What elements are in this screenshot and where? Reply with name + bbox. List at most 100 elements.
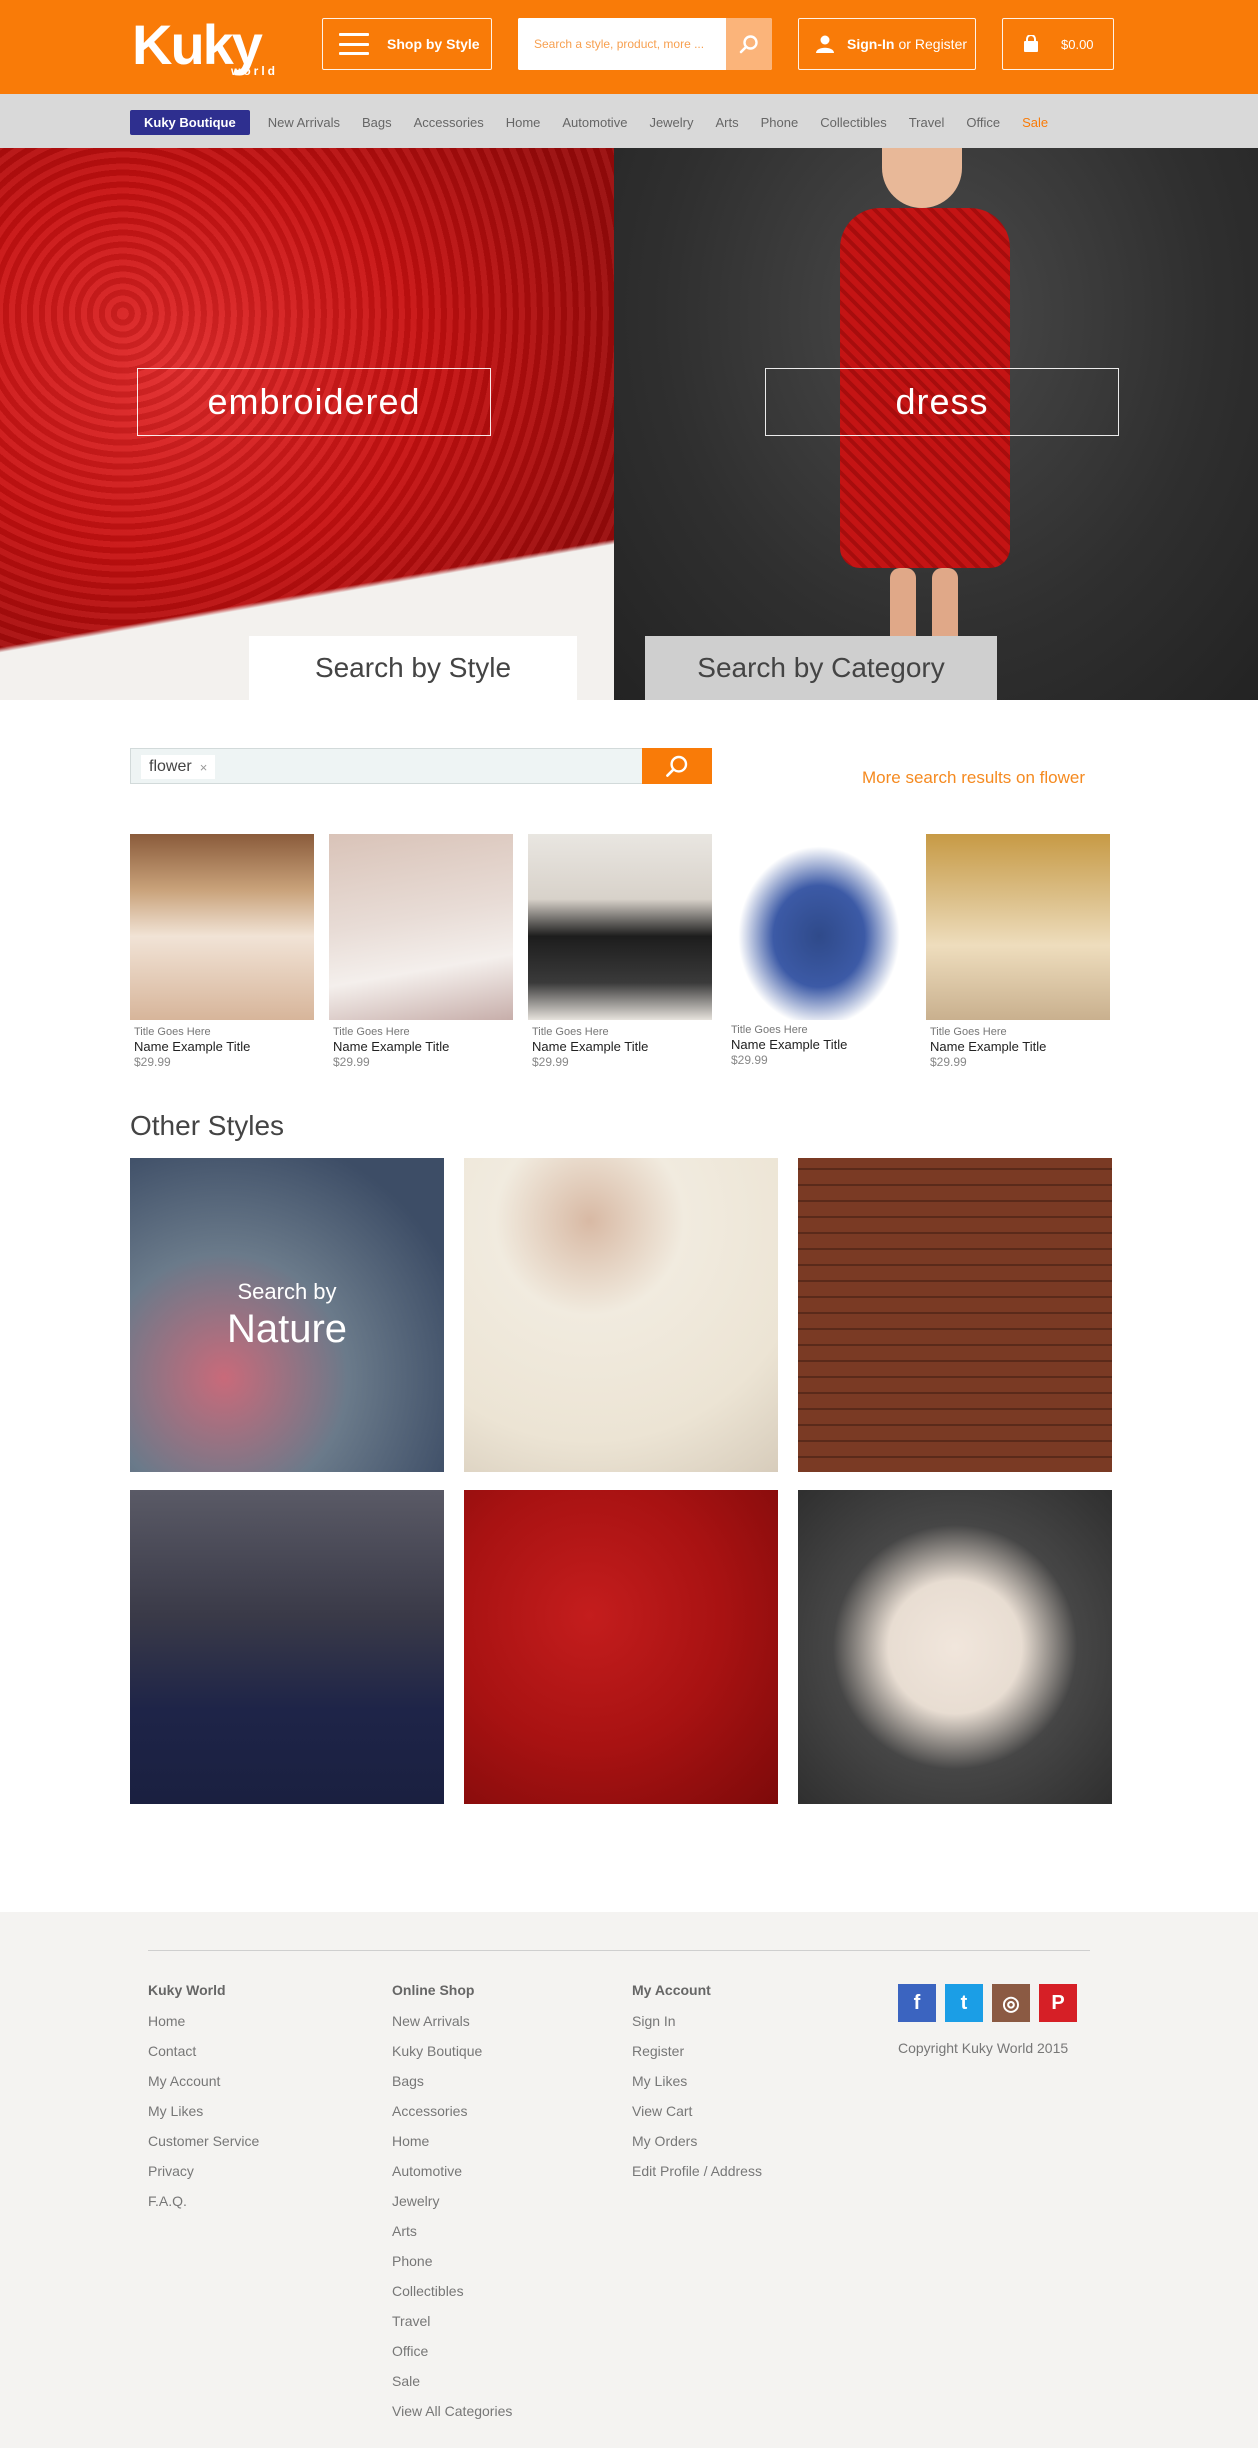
nav-item-jewelry[interactable]: Jewelry: [647, 115, 695, 130]
product-card[interactable]: Title Goes Here Name Example Title $29.9…: [528, 834, 712, 1069]
product-subtitle: Title Goes Here: [532, 1026, 609, 1038]
footer-link[interactable]: Travel: [392, 2306, 512, 2336]
footer-link[interactable]: Automotive: [392, 2156, 512, 2186]
footer-link[interactable]: Bags: [392, 2066, 512, 2096]
shop-by-style-button[interactable]: Shop by Style: [322, 18, 492, 70]
footer-link[interactable]: View Cart: [632, 2096, 762, 2126]
product-name[interactable]: Name Example Title: [926, 1039, 1110, 1054]
product-image[interactable]: [727, 834, 911, 1020]
footer-link[interactable]: My Likes: [148, 2096, 259, 2126]
footer-col-kuky-world: Kuky World Home Contact My Account My Li…: [148, 1982, 259, 2216]
cart-button[interactable]: $0.00: [1002, 18, 1114, 70]
footer-link[interactable]: My Likes: [632, 2066, 762, 2096]
footer-link[interactable]: Edit Profile / Address: [632, 2156, 762, 2186]
nav-item-sale[interactable]: Sale: [1020, 115, 1050, 130]
tab-search-by-category[interactable]: Search by Category: [645, 636, 997, 700]
product-subtitle: Title Goes Here: [930, 1026, 1007, 1038]
embroidered-label[interactable]: embroidered: [137, 368, 491, 436]
product-price: $29.99: [333, 1055, 370, 1069]
footer-link[interactable]: Kuky Boutique: [392, 2036, 512, 2066]
product-card[interactable]: Title Goes Here Name Example Title $29.9…: [926, 834, 1110, 1069]
instagram-icon[interactable]: ◎: [992, 1984, 1030, 2022]
more-results-link[interactable]: More search results on flower: [862, 768, 1085, 788]
nav-item-home[interactable]: Home: [504, 115, 543, 130]
search-input[interactable]: [518, 18, 726, 70]
footer-link[interactable]: Jewelry: [392, 2186, 512, 2216]
footer-link[interactable]: Office: [392, 2336, 512, 2366]
nav-item-office[interactable]: Office: [964, 115, 1002, 130]
register-label: Register: [914, 36, 968, 52]
nav-item-collectibles[interactable]: Collectibles: [818, 115, 888, 130]
footer-link[interactable]: Arts: [392, 2216, 512, 2246]
footer-link[interactable]: Home: [148, 2006, 259, 2036]
footer-link[interactable]: Sale: [392, 2366, 512, 2396]
product-name[interactable]: Name Example Title: [727, 1037, 911, 1052]
shopping-bag-icon: [1024, 35, 1038, 52]
product-results: Title Goes Here Name Example Title $29.9…: [130, 834, 1110, 1074]
product-card[interactable]: Title Goes Here Name Example Title $29.9…: [727, 834, 911, 1067]
facebook-icon[interactable]: f: [898, 1984, 936, 2022]
site-header: Kuky world Shop by Style Sign-In or Regi…: [0, 0, 1258, 94]
footer-col-my-account: My Account Sign In Register My Likes Vie…: [632, 1982, 762, 2186]
search-icon: [739, 35, 758, 54]
nav-item-travel[interactable]: Travel: [907, 115, 947, 130]
footer-link[interactable]: My Orders: [632, 2126, 762, 2156]
product-name[interactable]: Name Example Title: [528, 1039, 712, 1054]
nav-item-new-arrivals[interactable]: New Arrivals: [266, 115, 342, 130]
footer-link[interactable]: Register: [632, 2036, 762, 2066]
style-search-button[interactable]: [642, 748, 712, 784]
style-tile-floral-dress[interactable]: [798, 1158, 1112, 1472]
sign-in-label: Sign-In: [847, 36, 895, 52]
footer-link[interactable]: New Arrivals: [392, 2006, 512, 2036]
product-name[interactable]: Name Example Title: [130, 1039, 314, 1054]
cart-amount: $0.00: [1061, 36, 1094, 52]
tab-search-by-style[interactable]: Search by Style: [249, 636, 577, 700]
kuky-world-logo[interactable]: Kuky world: [132, 14, 296, 80]
footer-link[interactable]: My Account: [148, 2066, 259, 2096]
footer-link[interactable]: Contact: [148, 2036, 259, 2066]
style-tile-nature[interactable]: Search by Nature: [130, 1158, 444, 1472]
footer-link[interactable]: Home: [392, 2126, 512, 2156]
product-price: $29.99: [134, 1055, 171, 1069]
footer-heading: My Account: [632, 1982, 711, 1998]
nav-item-phone[interactable]: Phone: [759, 115, 801, 130]
footer-heading: Online Shop: [392, 1982, 475, 1998]
product-image[interactable]: [926, 834, 1110, 1020]
copyright-text: Copyright Kuky World 2015: [898, 2040, 1069, 2056]
product-image[interactable]: [130, 834, 314, 1020]
footer-link[interactable]: View All Categories: [392, 2396, 512, 2426]
product-image[interactable]: [329, 834, 513, 1020]
footer-link[interactable]: Collectibles: [392, 2276, 512, 2306]
sign-in-register-button[interactable]: Sign-In or Register: [798, 18, 976, 70]
style-tile-red-fabric[interactable]: [464, 1490, 778, 1804]
nav-item-arts[interactable]: Arts: [714, 115, 741, 130]
site-footer: Kuky World Home Contact My Account My Li…: [0, 1912, 1258, 2448]
footer-col-online-shop: Online Shop New Arrivals Kuky Boutique B…: [392, 1982, 512, 2426]
search-button[interactable]: [726, 18, 772, 70]
footer-link[interactable]: Customer Service: [148, 2126, 259, 2156]
hamburger-menu-icon: [339, 33, 369, 55]
footer-link[interactable]: Privacy: [148, 2156, 259, 2186]
nav-item-kuky-boutique[interactable]: Kuky Boutique: [130, 109, 250, 135]
social-links: f t ◎ P: [898, 1984, 1086, 2022]
style-tile-white-blouse[interactable]: [464, 1158, 778, 1472]
nav-item-automotive[interactable]: Automotive: [560, 115, 629, 130]
remove-tag-icon[interactable]: ×: [200, 760, 208, 775]
tag-input-field[interactable]: flower ×: [130, 748, 642, 784]
footer-link[interactable]: Accessories: [392, 2096, 512, 2126]
product-card[interactable]: Title Goes Here Name Example Title $29.9…: [130, 834, 314, 1069]
product-subtitle: Title Goes Here: [333, 1026, 410, 1038]
style-tile-panda-tshirt[interactable]: [798, 1490, 1112, 1804]
nav-item-accessories[interactable]: Accessories: [412, 115, 486, 130]
footer-link[interactable]: F.A.Q.: [148, 2186, 259, 2216]
style-tile-navy-dress[interactable]: [130, 1490, 444, 1804]
pinterest-icon[interactable]: P: [1039, 1984, 1077, 2022]
product-image[interactable]: [528, 834, 712, 1020]
twitter-icon[interactable]: t: [945, 1984, 983, 2022]
footer-link[interactable]: Sign In: [632, 2006, 762, 2036]
nav-item-bags[interactable]: Bags: [360, 115, 394, 130]
dress-label[interactable]: dress: [765, 368, 1119, 436]
product-card[interactable]: Title Goes Here Name Example Title $29.9…: [329, 834, 513, 1069]
footer-link[interactable]: Phone: [392, 2246, 512, 2276]
product-name[interactable]: Name Example Title: [329, 1039, 513, 1054]
